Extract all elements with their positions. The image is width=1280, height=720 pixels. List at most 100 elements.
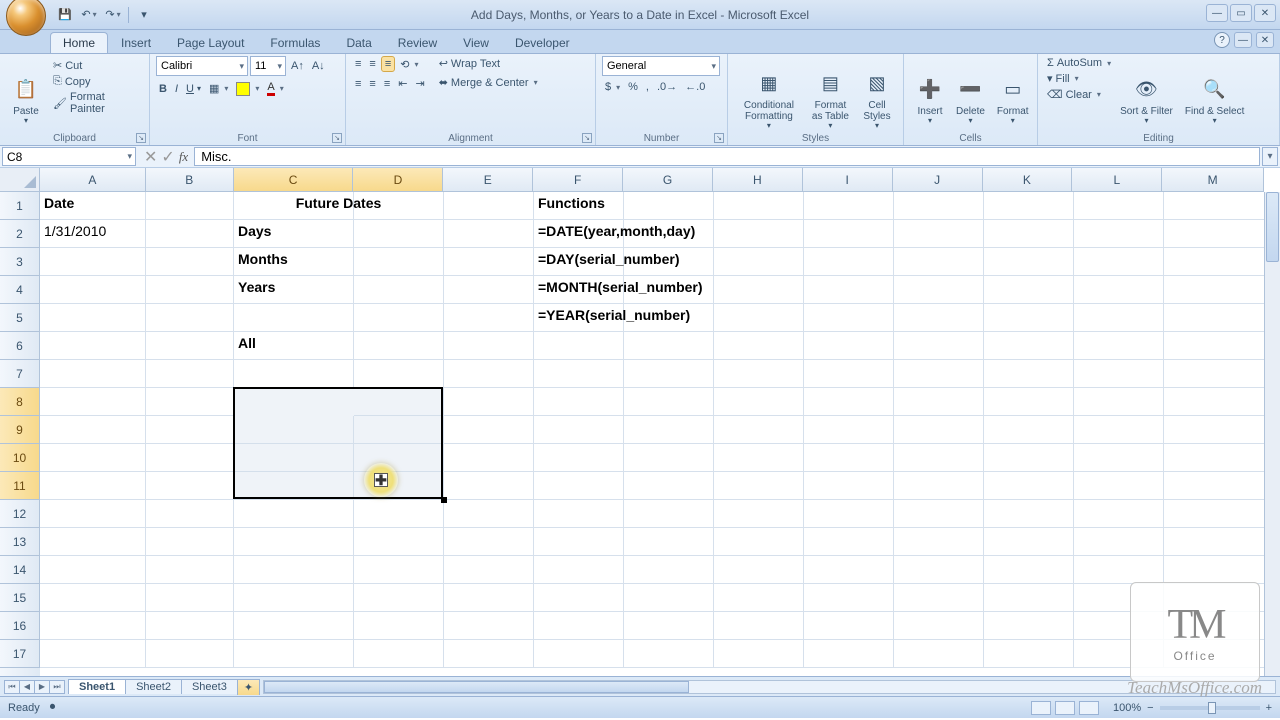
ribbon-minimize-icon[interactable]: — <box>1234 32 1252 48</box>
hscroll-thumb[interactable] <box>264 681 689 693</box>
enter-formula-icon[interactable]: ✓ <box>161 147 174 167</box>
number-format-combo[interactable]: General <box>602 56 720 76</box>
page-break-view-button[interactable] <box>1079 701 1099 715</box>
col-header-D[interactable]: D <box>353 168 443 192</box>
format-as-table-button[interactable]: ▤Format as Table▾ <box>804 56 857 145</box>
maximize-button[interactable]: ▭ <box>1230 4 1252 22</box>
comma-button[interactable]: , <box>643 80 652 94</box>
row-header-5[interactable]: 5 <box>0 304 40 332</box>
cells-area[interactable]: Date1/31/2010Future DatesDaysMonthsYears… <box>40 192 1264 676</box>
row-header-8[interactable]: 8 <box>0 388 40 416</box>
cell-C8[interactable]: Misc. <box>234 388 354 416</box>
increase-decimal-button[interactable]: .0→ <box>654 80 680 94</box>
tab-formulas[interactable]: Formulas <box>257 32 333 53</box>
col-header-I[interactable]: I <box>803 168 893 192</box>
row-header-11[interactable]: 11 <box>0 472 40 500</box>
col-header-A[interactable]: A <box>40 168 146 192</box>
font-size-combo[interactable]: 11 <box>250 56 286 76</box>
delete-cells-button[interactable]: ➖Delete▾ <box>950 56 991 145</box>
zoom-slider[interactable] <box>1160 706 1260 710</box>
font-color-button[interactable]: A <box>264 80 286 97</box>
sheet-tab-sheet1[interactable]: Sheet1 <box>68 679 126 694</box>
cell-F5[interactable]: =YEAR(serial_number) <box>534 304 624 332</box>
align-right-button[interactable]: ≡ <box>381 77 393 91</box>
row-header-3[interactable]: 3 <box>0 248 40 276</box>
cell-F1[interactable]: Functions <box>534 192 624 220</box>
grow-font-button[interactable]: A↑ <box>288 59 307 73</box>
row-header-4[interactable]: 4 <box>0 276 40 304</box>
number-launcher-icon[interactable]: ↘ <box>714 133 724 143</box>
underline-button[interactable]: U▾ <box>183 82 204 96</box>
cell-A2[interactable]: 1/31/2010 <box>40 220 146 248</box>
align-left-button[interactable]: ≡ <box>352 77 364 91</box>
font-name-combo[interactable]: Calibri <box>156 56 248 76</box>
find-select-button[interactable]: 🔍Find & Select▾ <box>1179 56 1250 145</box>
cell-F4[interactable]: =MONTH(serial_number) <box>534 276 624 304</box>
cell-C4[interactable]: Years <box>234 276 354 304</box>
col-header-J[interactable]: J <box>893 168 983 192</box>
sheet-nav-prev-icon[interactable]: ◀ <box>19 680 35 694</box>
col-header-K[interactable]: K <box>983 168 1073 192</box>
clipboard-launcher-icon[interactable]: ↘ <box>136 133 146 143</box>
wrap-text-button[interactable]: ↩Wrap Text <box>436 56 541 71</box>
zoom-thumb[interactable] <box>1208 702 1216 714</box>
horizontal-scrollbar[interactable] <box>263 680 1276 694</box>
redo-icon[interactable]: ↷ <box>104 6 122 24</box>
decrease-decimal-button[interactable]: ←.0 <box>682 80 708 94</box>
tab-data[interactable]: Data <box>333 32 384 53</box>
tab-developer[interactable]: Developer <box>502 32 583 53</box>
close-button[interactable]: ✕ <box>1254 4 1276 22</box>
sheet-nav-last-icon[interactable]: ⏭ <box>49 680 65 694</box>
tab-home[interactable]: Home <box>50 32 108 53</box>
autosum-button[interactable]: ΣAutoSum <box>1044 56 1114 70</box>
row-header-7[interactable]: 7 <box>0 360 40 388</box>
cancel-formula-icon[interactable]: ✕ <box>144 147 157 167</box>
col-header-E[interactable]: E <box>443 168 533 192</box>
help-icon[interactable]: ? <box>1214 32 1230 48</box>
select-all-button[interactable] <box>0 168 40 192</box>
macro-record-icon[interactable]: ⏺ <box>50 701 56 714</box>
undo-icon[interactable]: ↶ <box>80 6 98 24</box>
sheet-tab-sheet3[interactable]: Sheet3 <box>181 679 238 694</box>
align-top-button[interactable]: ≡ <box>352 57 364 71</box>
col-header-C[interactable]: C <box>234 168 354 192</box>
cell-F3[interactable]: =DAY(serial_number) <box>534 248 624 276</box>
row-header-2[interactable]: 2 <box>0 220 40 248</box>
cell-C6[interactable]: All <box>234 332 354 360</box>
qat-customize-icon[interactable]: ▾ <box>135 6 153 24</box>
page-layout-view-button[interactable] <box>1055 701 1075 715</box>
office-button[interactable] <box>6 0 46 36</box>
formula-bar[interactable]: Misc. <box>194 147 1260 166</box>
new-sheet-button[interactable]: ✦ <box>237 679 260 695</box>
italic-button[interactable]: I <box>172 82 181 96</box>
orientation-button[interactable]: ⟲ <box>397 57 421 72</box>
col-header-B[interactable]: B <box>146 168 234 192</box>
minimize-button[interactable]: — <box>1206 4 1228 22</box>
col-header-M[interactable]: M <box>1162 168 1264 192</box>
row-header-16[interactable]: 16 <box>0 612 40 640</box>
sort-filter-button[interactable]: 👁Sort & Filter▾ <box>1114 56 1179 145</box>
row-header-15[interactable]: 15 <box>0 584 40 612</box>
row-header-17[interactable]: 17 <box>0 640 40 668</box>
bold-button[interactable]: B <box>156 82 170 96</box>
format-cells-button[interactable]: ▭Format▾ <box>991 56 1035 145</box>
row-header-13[interactable]: 13 <box>0 528 40 556</box>
shrink-font-button[interactable]: A↓ <box>309 59 328 73</box>
paste-button[interactable]: 📋 Paste ▾ <box>6 56 46 145</box>
row-header-12[interactable]: 12 <box>0 500 40 528</box>
col-header-F[interactable]: F <box>533 168 623 192</box>
align-middle-button[interactable]: ≡ <box>366 57 378 71</box>
format-painter-button[interactable]: 🖌Format Painter <box>50 90 143 116</box>
cell-C3[interactable]: Months <box>234 248 354 276</box>
ribbon-close-icon[interactable]: ✕ <box>1256 32 1274 48</box>
tab-view[interactable]: View <box>450 32 502 53</box>
col-header-L[interactable]: L <box>1072 168 1162 192</box>
row-header-1[interactable]: 1 <box>0 192 40 220</box>
row-header-6[interactable]: 6 <box>0 332 40 360</box>
sheet-tab-sheet2[interactable]: Sheet2 <box>125 679 182 694</box>
fx-icon[interactable]: fx <box>179 149 188 165</box>
alignment-launcher-icon[interactable]: ↘ <box>582 133 592 143</box>
zoom-out-button[interactable]: − <box>1147 702 1153 714</box>
cell-F2[interactable]: =DATE(year,month,day) <box>534 220 624 248</box>
name-box[interactable]: C8 <box>2 147 136 166</box>
